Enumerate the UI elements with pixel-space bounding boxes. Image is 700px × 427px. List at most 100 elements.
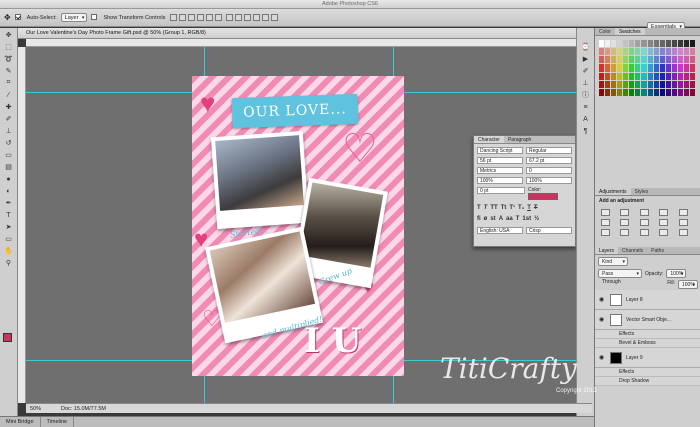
blend-mode-dropdown[interactable]: Pass Through bbox=[598, 269, 642, 285]
color-swatch[interactable] bbox=[611, 40, 617, 48]
color-swatch[interactable] bbox=[617, 88, 623, 96]
color-swatch[interactable] bbox=[659, 72, 665, 80]
document-tab[interactable]: Our Love Valentine's Day Photo Frame Gif… bbox=[18, 28, 592, 39]
color-swatch[interactable] bbox=[641, 40, 647, 48]
color-swatch[interactable] bbox=[689, 56, 695, 64]
color-swatch[interactable] bbox=[689, 48, 695, 56]
baseline-field[interactable]: 0 pt bbox=[477, 187, 525, 194]
color-swatch[interactable] bbox=[617, 64, 623, 72]
color-swatch[interactable] bbox=[659, 56, 665, 64]
tab-layers[interactable]: Layers bbox=[595, 247, 619, 254]
color-swatch[interactable] bbox=[605, 80, 611, 88]
foreground-color[interactable] bbox=[3, 333, 12, 342]
history-brush-icon[interactable]: ↺ bbox=[3, 138, 15, 148]
pen-icon[interactable]: ✒ bbox=[3, 198, 15, 208]
brush-panel-icon[interactable]: ✐ bbox=[580, 66, 592, 76]
color-swatch[interactable] bbox=[647, 40, 653, 48]
color-swatch[interactable] bbox=[671, 56, 677, 64]
color-swatch[interactable] bbox=[665, 48, 671, 56]
tracking-field[interactable]: 0 bbox=[526, 167, 572, 174]
color-swatch[interactable] bbox=[635, 88, 641, 96]
color-swatch[interactable] bbox=[629, 64, 635, 72]
color-swatch[interactable] bbox=[671, 64, 677, 72]
history-icon[interactable]: ⌚ bbox=[580, 42, 592, 52]
stamp-icon[interactable]: ⊥ bbox=[3, 126, 15, 136]
color-swatch[interactable] bbox=[659, 88, 665, 96]
quick-select-icon[interactable]: ✎ bbox=[3, 66, 15, 76]
color-swatch[interactable] bbox=[689, 40, 695, 48]
color-swatch[interactable] bbox=[641, 64, 647, 72]
color-swatch[interactable] bbox=[611, 56, 617, 64]
color-swatch[interactable] bbox=[689, 64, 695, 72]
color-swatch[interactable] bbox=[653, 40, 659, 48]
color-swatch[interactable] bbox=[689, 72, 695, 80]
color-swatch[interactable] bbox=[611, 64, 617, 72]
lasso-icon[interactable]: ➰ bbox=[3, 54, 15, 64]
brush-icon[interactable]: ✐ bbox=[3, 114, 15, 124]
properties-icon[interactable]: ≡ bbox=[580, 102, 592, 112]
color-swatch[interactable] bbox=[653, 64, 659, 72]
show-transform-checkbox[interactable] bbox=[91, 14, 99, 21]
color-swatch[interactable] bbox=[677, 40, 683, 48]
tab-paragraph[interactable]: Paragraph bbox=[504, 136, 535, 143]
color-swatch[interactable] bbox=[641, 56, 647, 64]
color-swatch[interactable] bbox=[641, 80, 647, 88]
color-swatch[interactable] bbox=[635, 56, 641, 64]
color-swatch[interactable] bbox=[665, 64, 671, 72]
text-color-swatch[interactable] bbox=[528, 193, 558, 200]
color-swatch[interactable] bbox=[665, 72, 671, 80]
color-swatch[interactable] bbox=[689, 80, 695, 88]
effect-drop-shadow-row[interactable]: Drop Shadow bbox=[595, 377, 700, 386]
color-swatch[interactable] bbox=[611, 48, 617, 56]
color-swatch[interactable] bbox=[677, 88, 683, 96]
clone-source-icon[interactable]: ⊥ bbox=[580, 78, 592, 88]
crop-icon[interactable]: ⌗ bbox=[3, 78, 15, 88]
font-family-dropdown[interactable]: Dancing Script bbox=[477, 147, 523, 154]
actions-icon[interactable]: ▶ bbox=[580, 54, 592, 64]
color-swatch[interactable] bbox=[683, 48, 689, 56]
effect-bevel-row[interactable]: Bevel & Emboss bbox=[595, 339, 700, 348]
path-select-icon[interactable]: ➤ bbox=[3, 222, 15, 232]
color-swatch[interactable] bbox=[629, 48, 635, 56]
color-swatch[interactable] bbox=[683, 56, 689, 64]
character-panel[interactable]: Character Paragraph Dancing Script Regul… bbox=[473, 135, 576, 247]
color-swatch[interactable] bbox=[641, 88, 647, 96]
color-swatch[interactable] bbox=[635, 64, 641, 72]
tab-channels[interactable]: Channels bbox=[618, 247, 647, 254]
text-format-buttons[interactable]: T T TT Tt T¹ T₁ T T bbox=[477, 205, 572, 211]
color-swatch[interactable] bbox=[617, 48, 623, 56]
color-swatch[interactable] bbox=[677, 72, 683, 80]
zoom-icon[interactable]: ⚲ bbox=[3, 258, 15, 268]
color-swatch[interactable] bbox=[629, 72, 635, 80]
color-swatch[interactable] bbox=[623, 88, 629, 96]
blur-icon[interactable]: ● bbox=[3, 174, 15, 184]
color-swatch[interactable] bbox=[623, 48, 629, 56]
color-swatch[interactable] bbox=[647, 72, 653, 80]
color-swatch[interactable] bbox=[677, 48, 683, 56]
color-swatch[interactable] bbox=[653, 56, 659, 64]
tab-mini-bridge[interactable]: Mini Bridge bbox=[0, 417, 41, 427]
layer-row[interactable]: ◉ Vector Smart Obje... bbox=[595, 310, 700, 330]
color-swatch[interactable] bbox=[629, 40, 635, 48]
photo-frame-1[interactable] bbox=[210, 130, 310, 230]
color-swatch[interactable] bbox=[683, 40, 689, 48]
color-swatch[interactable] bbox=[599, 88, 605, 96]
color-swatch[interactable] bbox=[671, 48, 677, 56]
swatch-grid[interactable] bbox=[599, 40, 695, 96]
color-swatch[interactable] bbox=[599, 72, 605, 80]
color-swatch[interactable] bbox=[623, 72, 629, 80]
distribute-icons[interactable] bbox=[225, 14, 278, 21]
gradient-icon[interactable]: ▤ bbox=[3, 162, 15, 172]
antialias-dropdown[interactable]: Crisp bbox=[526, 227, 572, 234]
tab-paths[interactable]: Paths bbox=[647, 247, 668, 254]
color-swatch[interactable] bbox=[605, 56, 611, 64]
auto-select-dropdown[interactable]: Layer bbox=[60, 13, 88, 22]
color-swatch[interactable] bbox=[617, 80, 623, 88]
eye-icon[interactable]: ◉ bbox=[599, 316, 606, 323]
language-dropdown[interactable]: English: USA bbox=[477, 227, 523, 234]
eraser-icon[interactable]: ▭ bbox=[3, 150, 15, 160]
effects-row[interactable]: Effects bbox=[595, 368, 700, 377]
healing-icon[interactable]: ✚ bbox=[3, 102, 15, 112]
color-swatch[interactable] bbox=[665, 56, 671, 64]
zoom-level[interactable]: 50% bbox=[30, 406, 41, 412]
